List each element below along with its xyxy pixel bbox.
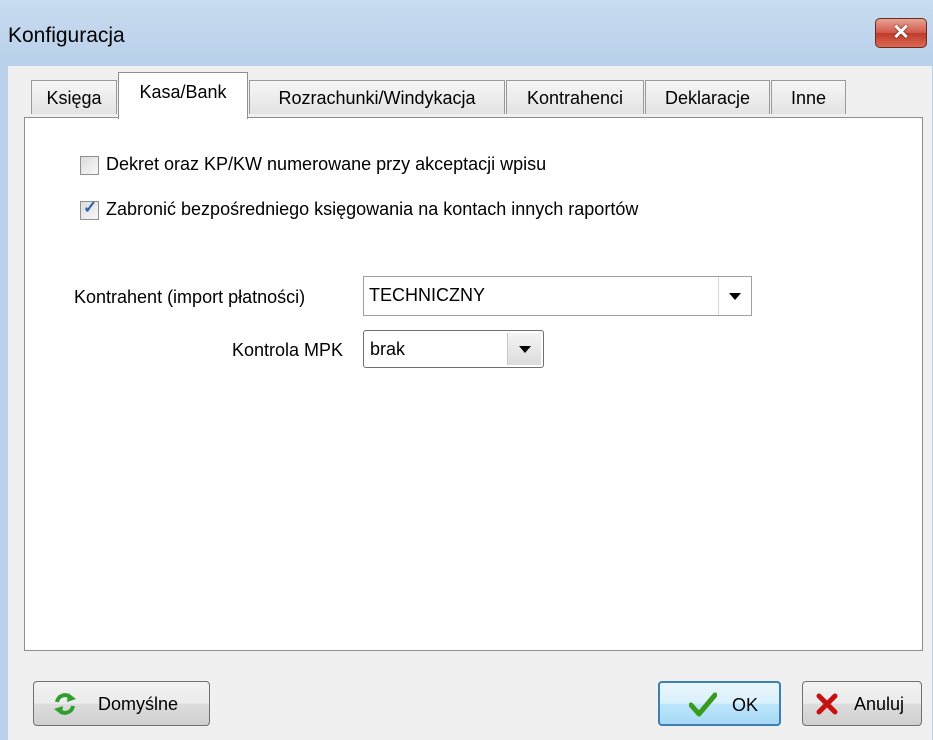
tab-ksiega[interactable]: Księga: [31, 80, 117, 114]
domyslne-label: Domyślne: [98, 694, 179, 714]
anuluj-button[interactable]: Anuluj: [802, 681, 922, 726]
tab-kasa-bank[interactable]: Kasa/Bank: [118, 72, 248, 119]
tab-kontrahenci[interactable]: Kontrahenci: [506, 80, 644, 114]
mpk-label: Kontrola MPK: [232, 340, 344, 360]
chevron-down-icon: [518, 346, 531, 353]
chevron-down-icon: [729, 293, 741, 300]
close-icon: ✕: [892, 21, 910, 44]
kontrahent-label: Kontrahent (import płatności): [74, 287, 306, 307]
window-title: Konfiguracja: [8, 24, 125, 47]
ok-button[interactable]: OK: [658, 681, 781, 726]
cancel-x-icon: [816, 693, 838, 715]
ok-label: OK: [732, 695, 759, 715]
close-button[interactable]: ✕: [875, 18, 927, 48]
tab-label: Rozrachunki/Windykacja: [278, 88, 476, 108]
kontrahent-combobox[interactable]: TECHNICZNY: [363, 276, 752, 316]
tab-label: Kasa/Bank: [139, 82, 227, 102]
checkmark-glyph: ✓: [83, 198, 98, 217]
tab-label: Księga: [46, 88, 102, 108]
mpk-dropdown-button[interactable]: [507, 333, 541, 365]
dekret-label[interactable]: Dekret oraz KP/KW numerowane przy akcept…: [106, 154, 546, 175]
title-bar[interactable]: Konfiguracja ✕: [0, 0, 933, 68]
zabronic-checkbox[interactable]: ✓: [80, 198, 99, 220]
mpk-value: brak: [370, 339, 406, 359]
tab-rozrachunki-windykacja[interactable]: Rozrachunki/Windykacja: [249, 80, 505, 114]
domyslne-button[interactable]: Domyślne: [33, 681, 210, 726]
tab-panel-kasa-bank: [24, 117, 923, 651]
tab-label: Inne: [790, 88, 827, 108]
tab-label: Kontrahenci: [526, 88, 624, 108]
refresh-icon: [54, 693, 76, 715]
kontrahent-dropdown-button[interactable]: [718, 277, 751, 315]
kontrahent-value: TECHNICZNY: [369, 285, 485, 305]
tab-inne[interactable]: Inne: [771, 80, 846, 114]
tab-deklaracje[interactable]: Deklaracje: [645, 80, 770, 114]
anuluj-label: Anuluj: [854, 694, 905, 714]
mpk-select[interactable]: brak: [363, 330, 544, 368]
config-dialog: Konfiguracja ✕ Księga Kasa/Bank Rozrachu…: [0, 0, 933, 740]
dekret-checkbox[interactable]: [80, 156, 99, 175]
zabronic-label[interactable]: Zabronić bezpośredniego księgowania na k…: [106, 199, 638, 220]
checkmark-icon: [689, 692, 717, 717]
tab-label: Deklaracje: [664, 88, 751, 108]
